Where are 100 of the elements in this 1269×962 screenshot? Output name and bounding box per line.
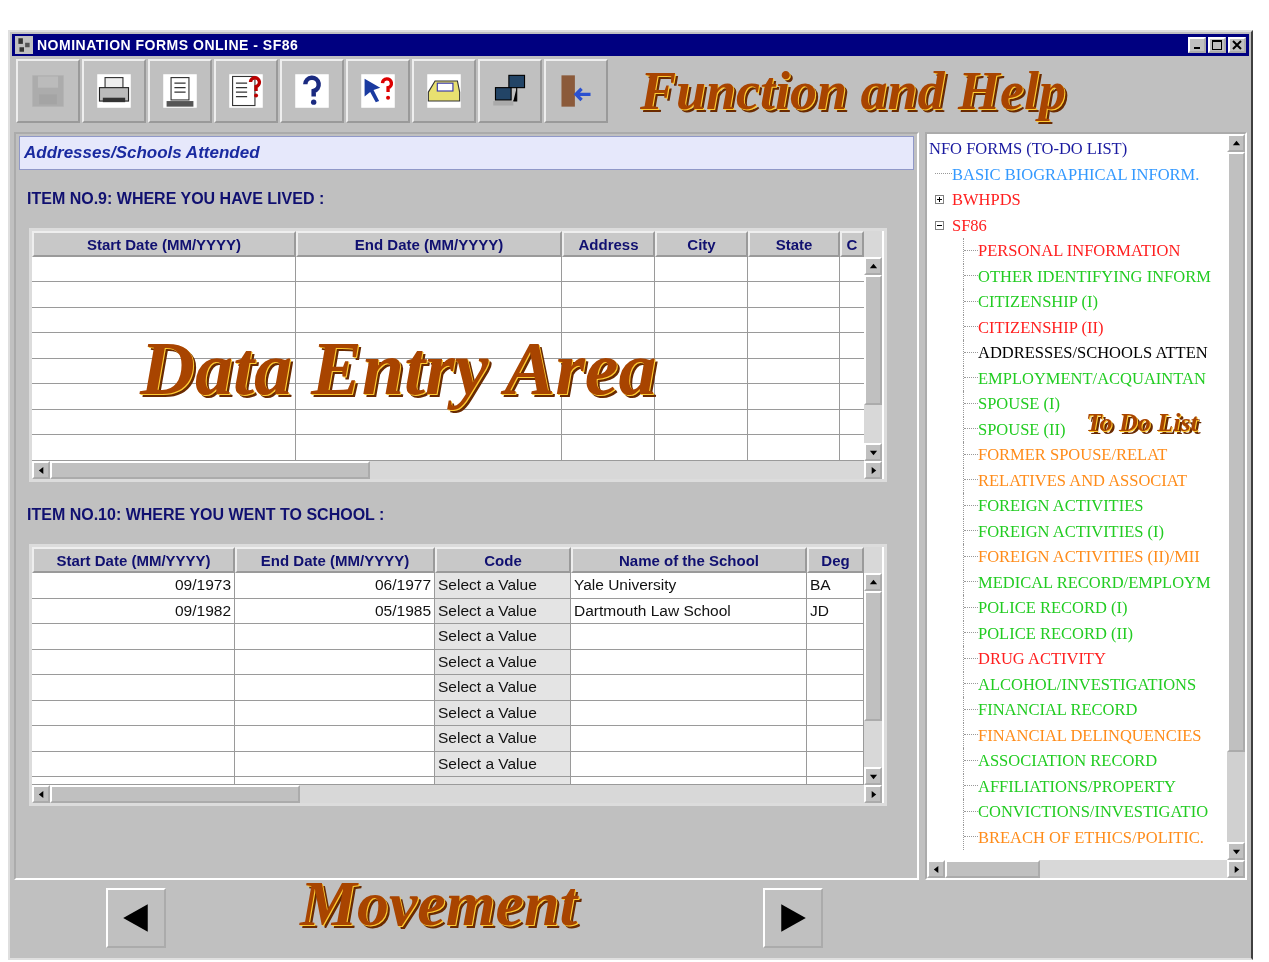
minimize-button[interactable] [1188, 37, 1206, 53]
tree-item[interactable]: RELATIVES AND ASSOCIAT [978, 467, 1188, 493]
tree-item[interactable]: FINANCIAL RECORD [978, 697, 1138, 723]
table-cell: 09/1982 [32, 598, 235, 624]
section-header: Addresses/Schools Attended [19, 136, 914, 170]
next-button[interactable] [763, 888, 823, 948]
tree-item[interactable]: FORMER SPOUSE/RELAT [978, 442, 1168, 468]
toolbar-button[interactable] [346, 59, 410, 123]
scroll-up-button[interactable] [864, 257, 882, 275]
tree-item[interactable]: FINANCIAL DELINQUENCIES [978, 722, 1202, 748]
scroll-up-button[interactable] [864, 573, 882, 591]
scroll-thumb[interactable] [1227, 152, 1245, 752]
previous-button[interactable] [106, 888, 166, 948]
column-header[interactable]: End Date (MM/YYYY) [296, 231, 562, 257]
tree-item[interactable]: PERSONAL INFORMATION [978, 238, 1181, 264]
table-cell: 06/1977 [235, 573, 435, 599]
maximize-icon [1212, 40, 1222, 50]
tree-item[interactable]: SF86 [952, 212, 987, 238]
tree-item[interactable]: BWHPDS [952, 187, 1021, 213]
scroll-right-button[interactable] [864, 461, 882, 479]
tree-item[interactable]: BREACH OF ETHICS/POLITIC. [978, 824, 1204, 850]
code-dropdown[interactable]: Select a Value [435, 675, 571, 701]
scroll-thumb[interactable] [945, 860, 1040, 878]
maximize-button[interactable] [1208, 37, 1226, 53]
scroll-up-button[interactable] [1227, 134, 1245, 152]
annotation-label: To Do List [1086, 410, 1198, 436]
scroll-left-button[interactable] [32, 785, 50, 803]
tree-item[interactable]: OTHER IDENTIFYING INFORM [978, 263, 1211, 289]
scroll-down-button[interactable] [1227, 842, 1245, 860]
app-logo-icon [15, 36, 33, 54]
scroll-thumb[interactable] [50, 461, 370, 479]
scroll-down-button[interactable] [864, 443, 882, 461]
document-icon [161, 72, 199, 110]
tree-item[interactable]: CONVICTIONS/INVESTIGATIO [978, 799, 1209, 825]
toolbar-button[interactable] [478, 59, 542, 123]
tree-item[interactable]: ALCOHOL/INVESTIGATIONS [978, 671, 1197, 697]
column-header[interactable]: Address [562, 231, 655, 257]
close-icon [1232, 40, 1242, 50]
scroll-thumb[interactable] [50, 785, 300, 803]
tree-item[interactable]: CITIZENSHIP (II) [978, 314, 1104, 340]
column-header[interactable]: End Date (MM/YYYY) [235, 547, 435, 573]
tree-item[interactable]: FOREIGN ACTIVITIES (II)/MII [978, 544, 1200, 570]
scroll-right-button[interactable] [1227, 860, 1245, 878]
question-mark-icon [293, 72, 331, 110]
tree-item[interactable]: ASSOCIATION RECORD [978, 748, 1158, 774]
scroll-left-button[interactable] [32, 461, 50, 479]
column-header[interactable]: City [655, 231, 748, 257]
tree-item[interactable]: NFO FORMS (TO-DO LIST) [927, 136, 1227, 162]
toolbar-button[interactable] [280, 59, 344, 123]
arrow-question-icon [359, 72, 397, 110]
scroll-right-button[interactable] [864, 785, 882, 803]
tree-item[interactable]: CITIZENSHIP (I) [978, 289, 1098, 315]
tree-item[interactable]: DRUG ACTIVITY [978, 646, 1106, 672]
tree-item[interactable]: EMPLOYMENT/ACQUAINTAN [978, 365, 1206, 391]
tree-item[interactable]: FOREIGN ACTIVITIES (I) [978, 518, 1165, 544]
column-header[interactable]: C [840, 231, 864, 257]
close-button[interactable] [1228, 37, 1246, 53]
code-dropdown[interactable]: Select a Value [435, 624, 571, 650]
item-label: ITEM NO.9: WHERE YOU HAVE LIVED : [27, 190, 326, 209]
tree-item[interactable]: MEDICAL RECORD/EMPLOYM [978, 569, 1211, 595]
tree-item[interactable]: SPOUSE (II) [978, 416, 1066, 442]
scroll-thumb[interactable] [864, 591, 882, 721]
up-triangle-icon [1231, 138, 1241, 148]
tree-item[interactable]: POLICE RECORD (II) [978, 620, 1133, 646]
up-triangle-icon [868, 261, 878, 271]
tree-item[interactable]: SPOUSE (I) [978, 391, 1061, 417]
toolbar-button[interactable] [148, 59, 212, 123]
code-dropdown[interactable]: Select a Value [435, 573, 571, 599]
annotation-label: Movement [300, 872, 578, 936]
toolbar-button[interactable] [82, 59, 146, 123]
column-header[interactable]: Name of the School [571, 547, 807, 573]
column-header[interactable]: Deg [807, 547, 864, 573]
left-triangle-icon [36, 789, 46, 799]
column-header[interactable]: State [748, 231, 840, 257]
up-triangle-icon [868, 577, 878, 587]
column-header[interactable]: Start Date (MM/YYYY) [32, 547, 235, 573]
code-dropdown[interactable]: Select a Value [435, 598, 571, 624]
column-header[interactable]: Start Date (MM/YYYY) [32, 231, 296, 257]
code-dropdown[interactable]: Select a Value [435, 726, 571, 752]
scroll-thumb[interactable] [864, 275, 882, 405]
tree-item[interactable]: FOREIGN ACTIVITIES [978, 493, 1144, 519]
scroll-left-button[interactable] [927, 860, 945, 878]
minimize-icon [1194, 47, 1200, 49]
tree-item[interactable]: AFFILIATIONS/PROPERTY [978, 773, 1176, 799]
column-header[interactable]: Code [435, 547, 571, 573]
code-dropdown[interactable]: Select a Value [435, 751, 571, 777]
table-cell: 09/1973 [32, 573, 235, 599]
table-cell: 05/1985 [235, 598, 435, 624]
table-cell: Dartmouth Law School [571, 598, 807, 624]
left-triangle-icon [931, 864, 941, 874]
tree-item[interactable]: POLICE RECORD (I) [978, 595, 1128, 621]
toolbar-button[interactable] [214, 59, 278, 123]
code-dropdown[interactable]: Select a Value [435, 649, 571, 675]
item-label: ITEM NO.10: WHERE YOU WENT TO SCHOOL : [27, 506, 386, 525]
tree-item[interactable]: ADDRESSES/SCHOOLS ATTEN [978, 340, 1208, 366]
scroll-down-button[interactable] [864, 767, 882, 785]
inbox-tray-icon [425, 72, 463, 110]
tree-item[interactable]: BASIC BIOGRAPHICAL INFORM. [952, 161, 1200, 187]
code-dropdown[interactable]: Select a Value [435, 700, 571, 726]
document-question-icon [227, 72, 265, 110]
